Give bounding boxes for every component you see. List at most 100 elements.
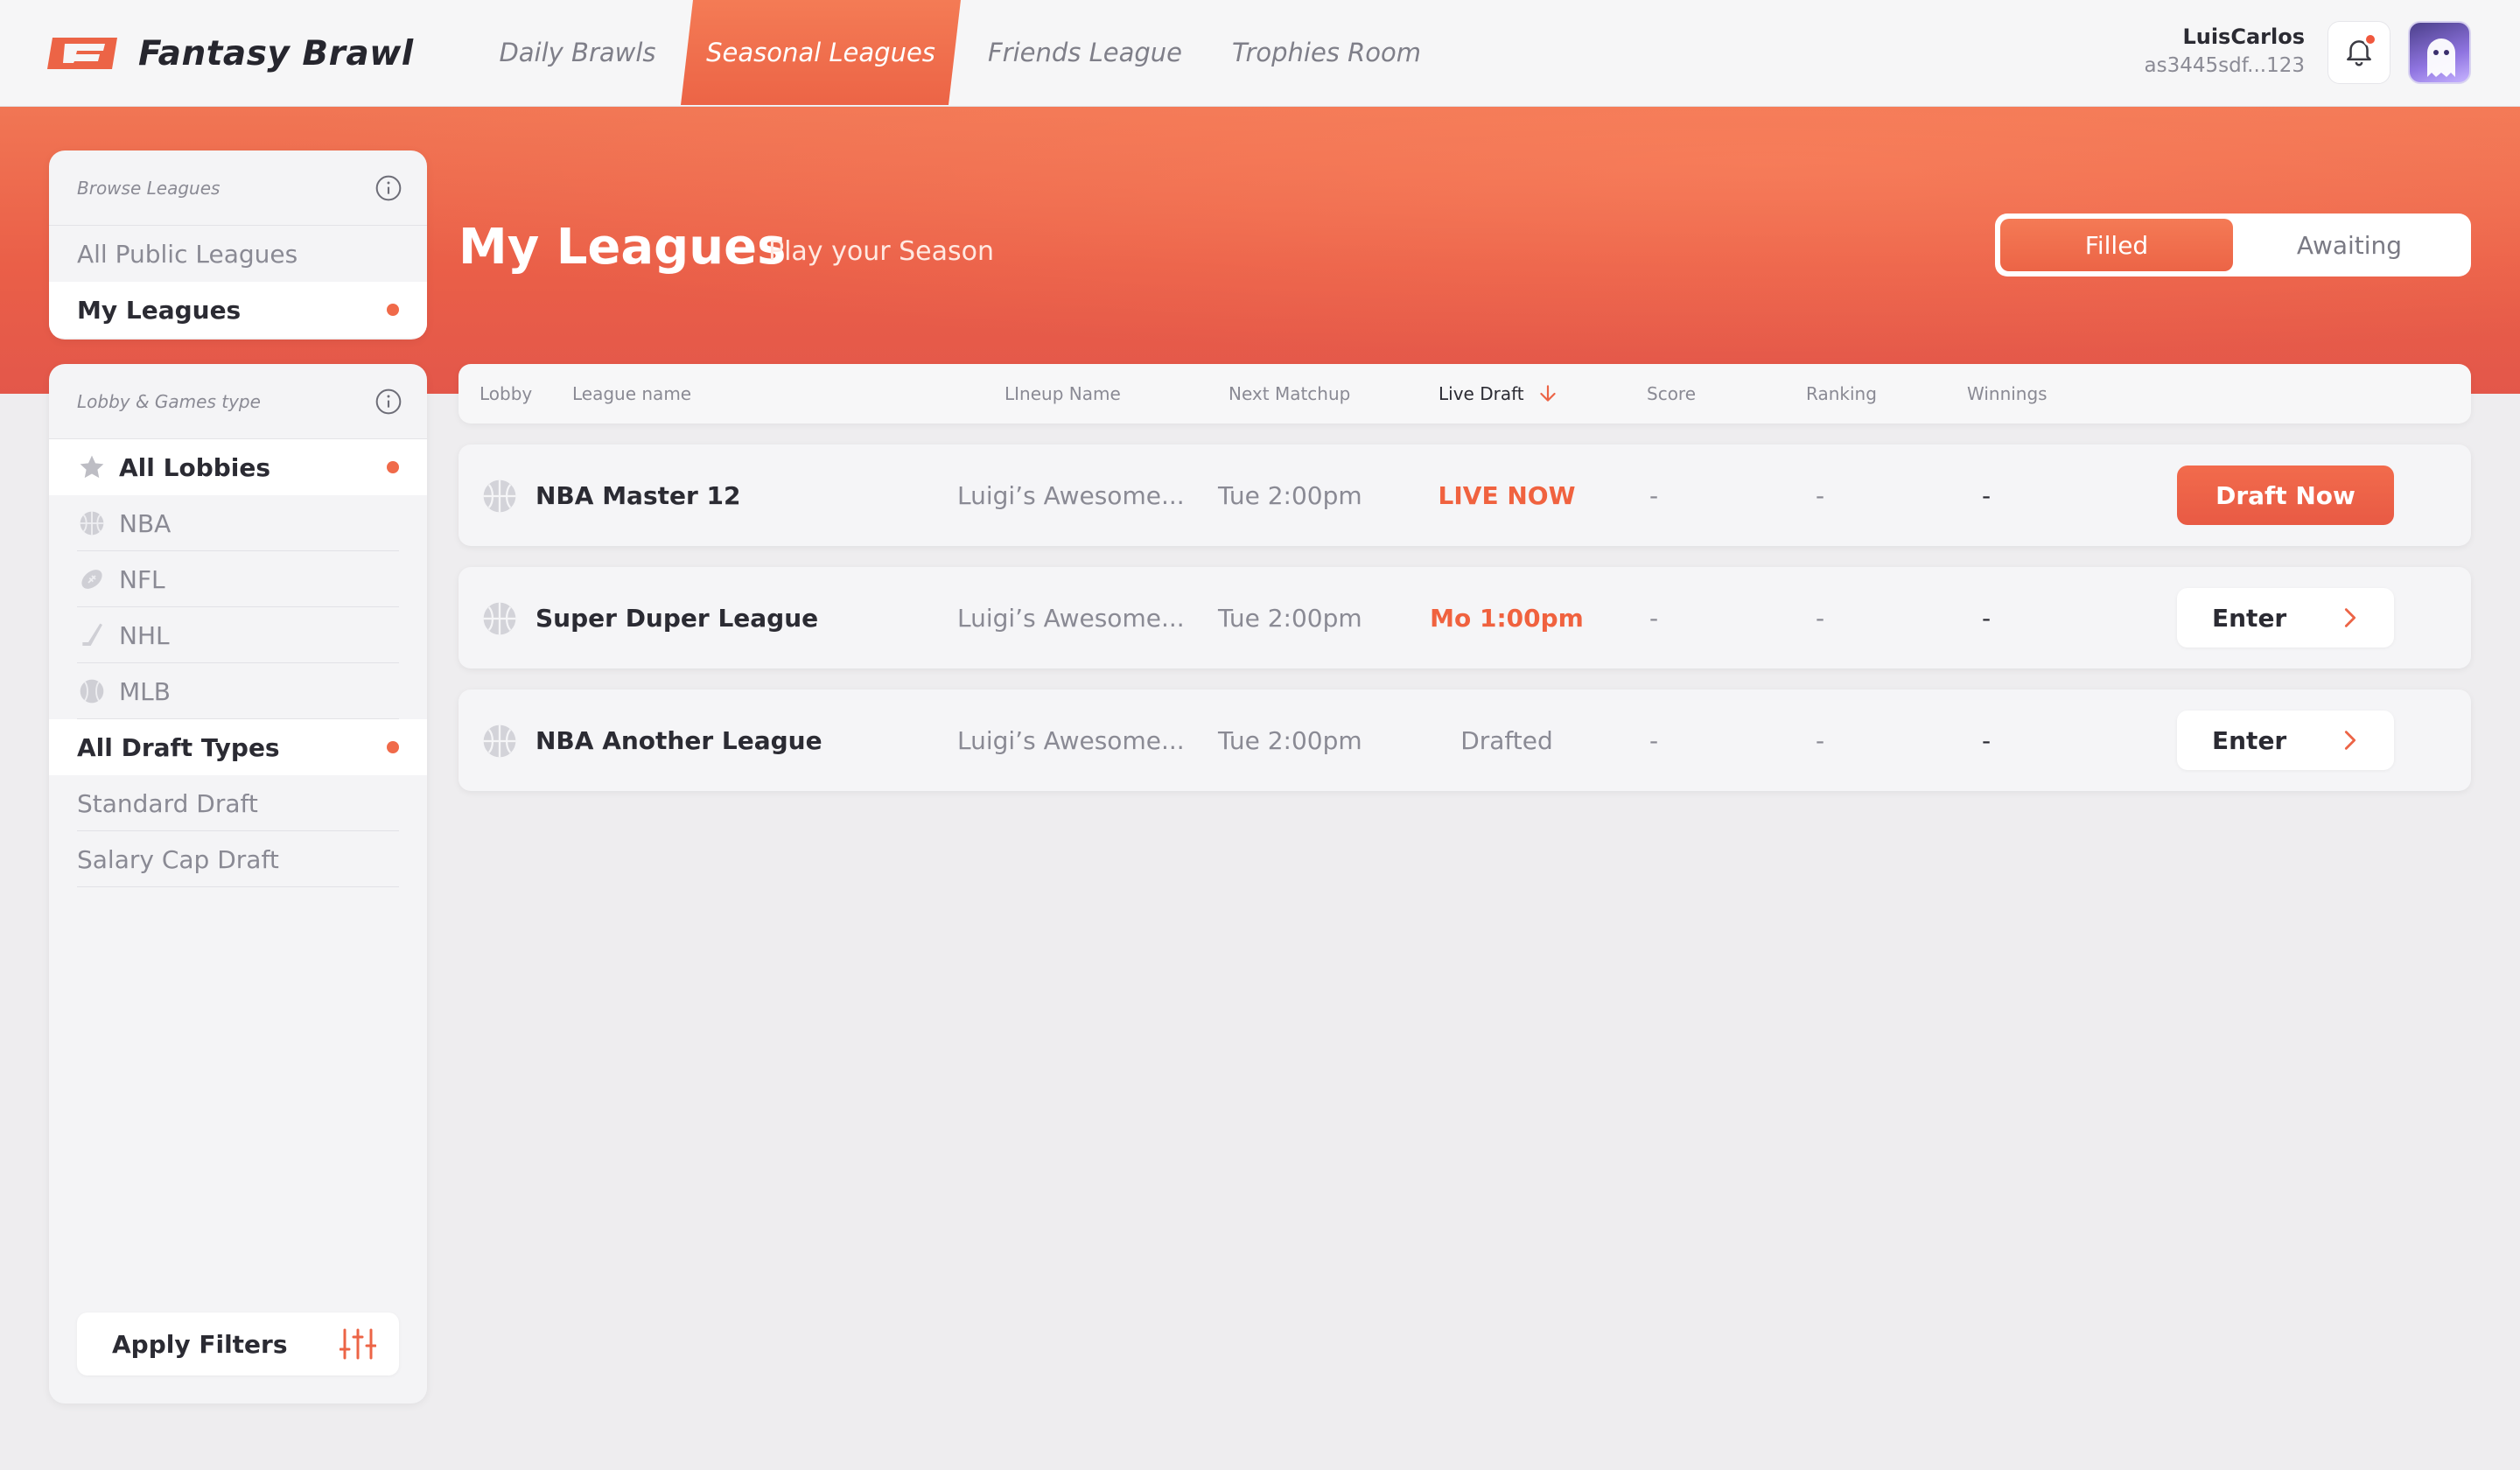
column-score[interactable]: Score bbox=[1647, 364, 1696, 424]
basketball-icon bbox=[483, 480, 516, 513]
ranking-value: - bbox=[1815, 603, 1825, 633]
winnings-value: - bbox=[1981, 480, 1992, 510]
hockey-stick-icon bbox=[77, 620, 107, 650]
selected-dot bbox=[387, 461, 399, 473]
lobby-games-header: Lobby & Games type bbox=[49, 364, 427, 439]
column-lobby[interactable]: Lobby bbox=[480, 364, 532, 424]
user-name: LuisCarlos bbox=[2182, 24, 2305, 49]
lobby-item-label: NFL bbox=[119, 564, 165, 594]
filled-awaiting-toggle: Filled Awaiting bbox=[1995, 214, 2471, 276]
apply-filters-label: Apply Filters bbox=[112, 1329, 288, 1359]
score-value: - bbox=[1648, 480, 1659, 510]
table-row[interactable]: NBA Master 12 Luigi’s Awesome... Tue 2:0… bbox=[458, 444, 2471, 546]
browse-item-label: My Leagues bbox=[77, 295, 242, 325]
table-row[interactable]: Super Duper League Luigi’s Awesome... Tu… bbox=[458, 567, 2471, 668]
tab-daily-brawls[interactable]: Daily Brawls bbox=[490, 0, 665, 105]
enter-button[interactable]: Enter bbox=[2177, 710, 2394, 770]
draft-item-all-draft-types[interactable]: All Draft Types bbox=[49, 719, 427, 775]
winnings-value: - bbox=[1981, 725, 1992, 755]
lobby-item-label: MLB bbox=[119, 676, 171, 706]
notifications-button[interactable] bbox=[2328, 21, 2390, 84]
lineup-name: Luigi’s Awesome... bbox=[957, 725, 1185, 755]
user-info[interactable]: LuisCarlos as3445sdf...123 bbox=[2145, 24, 2305, 77]
league-name[interactable]: Super Duper League bbox=[536, 567, 818, 668]
draft-item-label: All Draft Types bbox=[77, 732, 280, 762]
ghost-avatar-icon bbox=[2427, 38, 2455, 77]
lobby-item-nfl[interactable]: NFL bbox=[49, 551, 427, 607]
browse-leagues-panel: Browse Leagues All Public Leagues My Lea… bbox=[49, 150, 427, 340]
baseball-icon bbox=[77, 676, 107, 706]
column-lineup-name[interactable]: LIneup Name bbox=[1004, 364, 1121, 424]
tab-seasonal-leagues[interactable]: Seasonal Leagues bbox=[681, 0, 961, 105]
column-next-matchup[interactable]: Next Matchup bbox=[1228, 364, 1350, 424]
draft-item-label: Salary Cap Draft bbox=[77, 844, 279, 874]
lobby-item-label: NBA bbox=[119, 508, 172, 538]
selected-dot bbox=[387, 304, 399, 316]
avatar[interactable] bbox=[2408, 21, 2471, 84]
toggle-awaiting[interactable]: Awaiting bbox=[2233, 219, 2466, 271]
browse-leagues-heading: Browse Leagues bbox=[77, 177, 220, 199]
chevron-right-icon bbox=[2344, 608, 2356, 627]
browse-item-my-leagues[interactable]: My Leagues bbox=[49, 282, 427, 338]
info-icon[interactable] bbox=[374, 174, 402, 202]
ranking-value: - bbox=[1815, 725, 1825, 755]
notification-dot bbox=[2363, 32, 2377, 46]
column-league-name[interactable]: League name bbox=[572, 364, 691, 424]
next-matchup: Tue 2:00pm bbox=[1218, 603, 1362, 633]
column-winnings[interactable]: Winnings bbox=[1967, 364, 2048, 424]
lobby-item-nhl[interactable]: NHL bbox=[49, 607, 427, 663]
league-name[interactable]: NBA Another League bbox=[536, 690, 822, 791]
column-live-draft-label: Live Draft bbox=[1438, 383, 1524, 404]
enter-button-label: Enter bbox=[2212, 725, 2287, 755]
brand[interactable]: Fantasy Brawl bbox=[47, 30, 414, 77]
browse-item-label: All Public Leagues bbox=[77, 239, 298, 269]
next-matchup: Tue 2:00pm bbox=[1218, 725, 1362, 755]
arrow-down-icon bbox=[1539, 385, 1556, 402]
lobby-item-nba[interactable]: NBA bbox=[49, 495, 427, 551]
league-name[interactable]: NBA Master 12 bbox=[536, 444, 741, 546]
tab-friends-league[interactable]: Friends League bbox=[982, 0, 1188, 105]
basketball-icon bbox=[77, 508, 107, 538]
draft-item-standard-draft[interactable]: Standard Draft bbox=[49, 775, 427, 831]
column-live-draft[interactable]: Live Draft bbox=[1438, 364, 1559, 424]
apply-filters-button[interactable]: Apply Filters bbox=[77, 1312, 399, 1376]
enter-button-label: Enter bbox=[2212, 603, 2287, 633]
page-subtitle: Play your Season bbox=[768, 236, 994, 267]
lobby-item-mlb[interactable]: MLB bbox=[49, 663, 427, 719]
live-draft-status: Mo 1:00pm bbox=[1430, 603, 1584, 633]
draft-item-label: Standard Draft bbox=[77, 788, 258, 818]
lobby-item-label: All Lobbies bbox=[119, 452, 271, 482]
draft-item-salary-cap-draft[interactable]: Salary Cap Draft bbox=[49, 831, 427, 887]
draft-now-button[interactable]: Draft Now bbox=[2177, 466, 2394, 525]
basketball-icon bbox=[483, 724, 516, 758]
winnings-value: - bbox=[1981, 603, 1992, 633]
chevron-right-icon bbox=[2344, 731, 2356, 750]
live-draft-status: LIVE NOW bbox=[1438, 480, 1576, 510]
fantasy-brawl-logo-icon bbox=[47, 38, 117, 69]
lineup-name: Luigi’s Awesome... bbox=[957, 603, 1185, 633]
lobby-item-label: NHL bbox=[119, 620, 170, 650]
top-nav-bar: Fantasy Brawl Daily Brawls Seasonal Leag… bbox=[0, 0, 2520, 107]
user-id: as3445sdf...123 bbox=[2144, 54, 2305, 77]
score-value: - bbox=[1648, 603, 1659, 633]
star-icon bbox=[77, 452, 107, 482]
lineup-name: Luigi’s Awesome... bbox=[957, 480, 1185, 510]
browse-item-all-public-leagues[interactable]: All Public Leagues bbox=[49, 226, 427, 282]
lobby-item-all-lobbies[interactable]: All Lobbies bbox=[49, 439, 427, 495]
info-icon[interactable] bbox=[374, 388, 402, 416]
browse-leagues-header: Browse Leagues bbox=[49, 150, 427, 226]
tab-trophies-room[interactable]: Trophies Room bbox=[1222, 0, 1432, 105]
page-title: My Leagues bbox=[458, 219, 787, 276]
brand-name: Fantasy Brawl bbox=[138, 33, 414, 74]
lobby-games-heading: Lobby & Games type bbox=[77, 390, 261, 412]
table-row[interactable]: NBA Another League Luigi’s Awesome... Tu… bbox=[458, 690, 2471, 791]
sliders-icon bbox=[340, 1328, 376, 1360]
score-value: - bbox=[1648, 725, 1659, 755]
basketball-icon bbox=[483, 602, 516, 635]
lobby-games-filter-panel: Lobby & Games type All Lobbies NBA NFL N… bbox=[49, 364, 427, 1404]
column-ranking[interactable]: Ranking bbox=[1806, 364, 1877, 424]
toggle-filled[interactable]: Filled bbox=[2000, 219, 2233, 271]
leagues-table-header: Lobby League name LIneup Name Next Match… bbox=[458, 364, 2471, 424]
football-icon bbox=[77, 564, 107, 594]
enter-button[interactable]: Enter bbox=[2177, 588, 2394, 648]
